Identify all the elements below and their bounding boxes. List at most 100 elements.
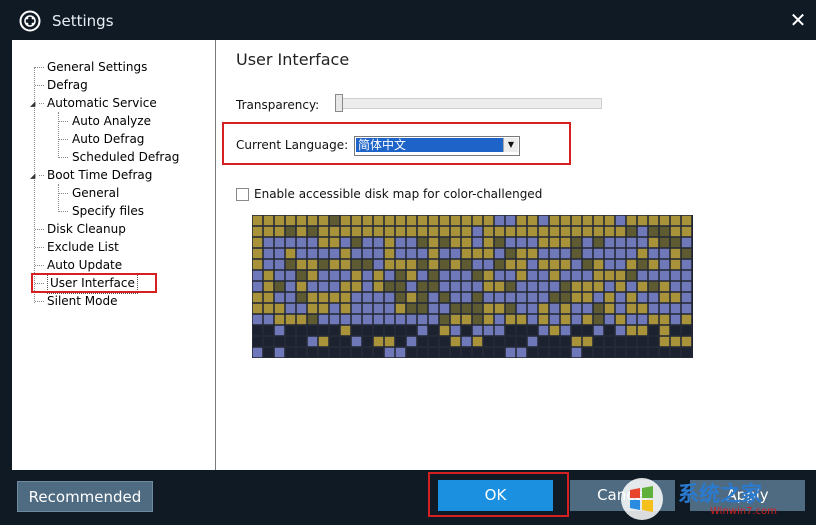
disk-cluster-cell: [681, 292, 692, 303]
disk-cluster-cell: [340, 259, 351, 270]
disk-cluster-cell: [483, 237, 494, 248]
disk-cluster-cell: [274, 314, 285, 325]
disk-cluster-cell: [417, 248, 428, 259]
tree-item-exclude-list[interactable]: Exclude List: [47, 238, 119, 256]
windows-logo-icon: [621, 478, 663, 520]
disk-cluster-cell: [340, 292, 351, 303]
disk-cluster-cell: [538, 259, 549, 270]
tree-item-boot-time-defrag[interactable]: Boot Time Defrag: [47, 166, 152, 184]
disk-cluster-cell: [472, 292, 483, 303]
disk-cluster-cell: [549, 336, 560, 347]
tree-item-scheduled-defrag[interactable]: Scheduled Defrag: [72, 148, 179, 166]
expanded-triangle-icon[interactable]: ◢: [30, 100, 35, 108]
disk-cluster-cell: [637, 248, 648, 259]
disk-cluster-cell: [384, 270, 395, 281]
disk-cluster-cell: [406, 347, 417, 358]
disk-cluster-cell: [505, 215, 516, 226]
disk-cluster-cell: [670, 325, 681, 336]
disk-cluster-cell: [626, 314, 637, 325]
disk-cluster-cell: [285, 237, 296, 248]
disk-cluster-cell: [362, 226, 373, 237]
disk-cluster-cell: [340, 336, 351, 347]
tree-item-general[interactable]: General: [72, 184, 119, 202]
disk-cluster-cell: [252, 226, 263, 237]
disk-cluster-cell: [274, 248, 285, 259]
disk-cluster-cell: [648, 303, 659, 314]
disk-cluster-cell: [395, 303, 406, 314]
disk-cluster-cell: [263, 281, 274, 292]
disk-cluster-cell: [329, 226, 340, 237]
disk-cluster-cell: [285, 314, 296, 325]
disk-cluster-cell: [450, 226, 461, 237]
disk-cluster-cell: [637, 325, 648, 336]
disk-cluster-cell: [483, 248, 494, 259]
disk-cluster-cell: [329, 347, 340, 358]
disk-cluster-cell: [593, 325, 604, 336]
disk-cluster-cell: [516, 270, 527, 281]
disk-cluster-cell: [384, 259, 395, 270]
disk-cluster-cell: [384, 237, 395, 248]
disk-cluster-cell: [439, 325, 450, 336]
disk-cluster-cell: [582, 303, 593, 314]
disk-cluster-cell: [615, 237, 626, 248]
expanded-triangle-icon[interactable]: ◢: [30, 172, 35, 180]
tree-item-auto-analyze[interactable]: Auto Analyze: [72, 112, 151, 130]
disk-cluster-cell: [450, 292, 461, 303]
disk-cluster-cell: [494, 270, 505, 281]
tree-item-auto-defrag[interactable]: Auto Defrag: [72, 130, 144, 148]
disk-cluster-cell: [461, 270, 472, 281]
disk-cluster-cell: [670, 314, 681, 325]
disk-cluster-cell: [659, 347, 670, 358]
disk-cluster-cell: [472, 237, 483, 248]
recommended-button[interactable]: Recommended: [17, 481, 153, 512]
disk-cluster-cell: [395, 237, 406, 248]
disk-cluster-cell: [351, 281, 362, 292]
disk-cluster-cell: [472, 325, 483, 336]
disk-cluster-cell: [395, 325, 406, 336]
disk-cluster-cell: [263, 303, 274, 314]
disk-cluster-cell: [681, 215, 692, 226]
disk-cluster-cell: [670, 215, 681, 226]
tree-item-disk-cleanup[interactable]: Disk Cleanup: [47, 220, 126, 238]
disk-cluster-cell: [362, 237, 373, 248]
disk-cluster-cell: [681, 314, 692, 325]
transparency-slider-track[interactable]: [338, 98, 602, 109]
disk-cluster-cell: [560, 226, 571, 237]
accessible-disk-map-checkbox[interactable]: [236, 188, 249, 201]
disk-cluster-cell: [538, 226, 549, 237]
disk-cluster-cell: [406, 270, 417, 281]
close-icon[interactable]: ✕: [786, 8, 810, 32]
tree-item-defrag[interactable]: Defrag: [47, 76, 88, 94]
disk-cluster-cell: [483, 347, 494, 358]
disk-cluster-cell: [406, 303, 417, 314]
disk-cluster-cell: [593, 237, 604, 248]
disk-cluster-cell: [252, 314, 263, 325]
disk-cluster-cell: [670, 336, 681, 347]
disk-cluster-cell: [296, 336, 307, 347]
disk-cluster-cell: [494, 215, 505, 226]
tree-item-auto-update[interactable]: Auto Update: [47, 256, 122, 274]
disk-cluster-cell: [615, 336, 626, 347]
tree-item-silent-mode[interactable]: Silent Mode: [47, 292, 118, 310]
disk-cluster-cell: [406, 248, 417, 259]
disk-cluster-cell: [637, 259, 648, 270]
disk-cluster-cell: [516, 292, 527, 303]
disk-cluster-cell: [252, 303, 263, 314]
disk-cluster-cell: [307, 237, 318, 248]
tree-item-specify-files[interactable]: Specify files: [72, 202, 144, 220]
tree-item-automatic-service[interactable]: Automatic Service: [47, 94, 157, 112]
disk-cluster-cell: [637, 215, 648, 226]
disk-cluster-cell: [362, 215, 373, 226]
disk-cluster-cell: [516, 336, 527, 347]
disk-cluster-cell: [285, 226, 296, 237]
disk-cluster-cell: [395, 226, 406, 237]
transparency-slider-handle[interactable]: [335, 94, 343, 112]
disk-cluster-cell: [571, 226, 582, 237]
disk-cluster-cell: [648, 248, 659, 259]
disk-cluster-cell: [494, 292, 505, 303]
tree-item-general-settings[interactable]: General Settings: [47, 58, 147, 76]
disk-cluster-cell: [439, 237, 450, 248]
disk-cluster-cell: [362, 314, 373, 325]
disk-cluster-cell: [252, 281, 263, 292]
disk-cluster-cell: [681, 281, 692, 292]
